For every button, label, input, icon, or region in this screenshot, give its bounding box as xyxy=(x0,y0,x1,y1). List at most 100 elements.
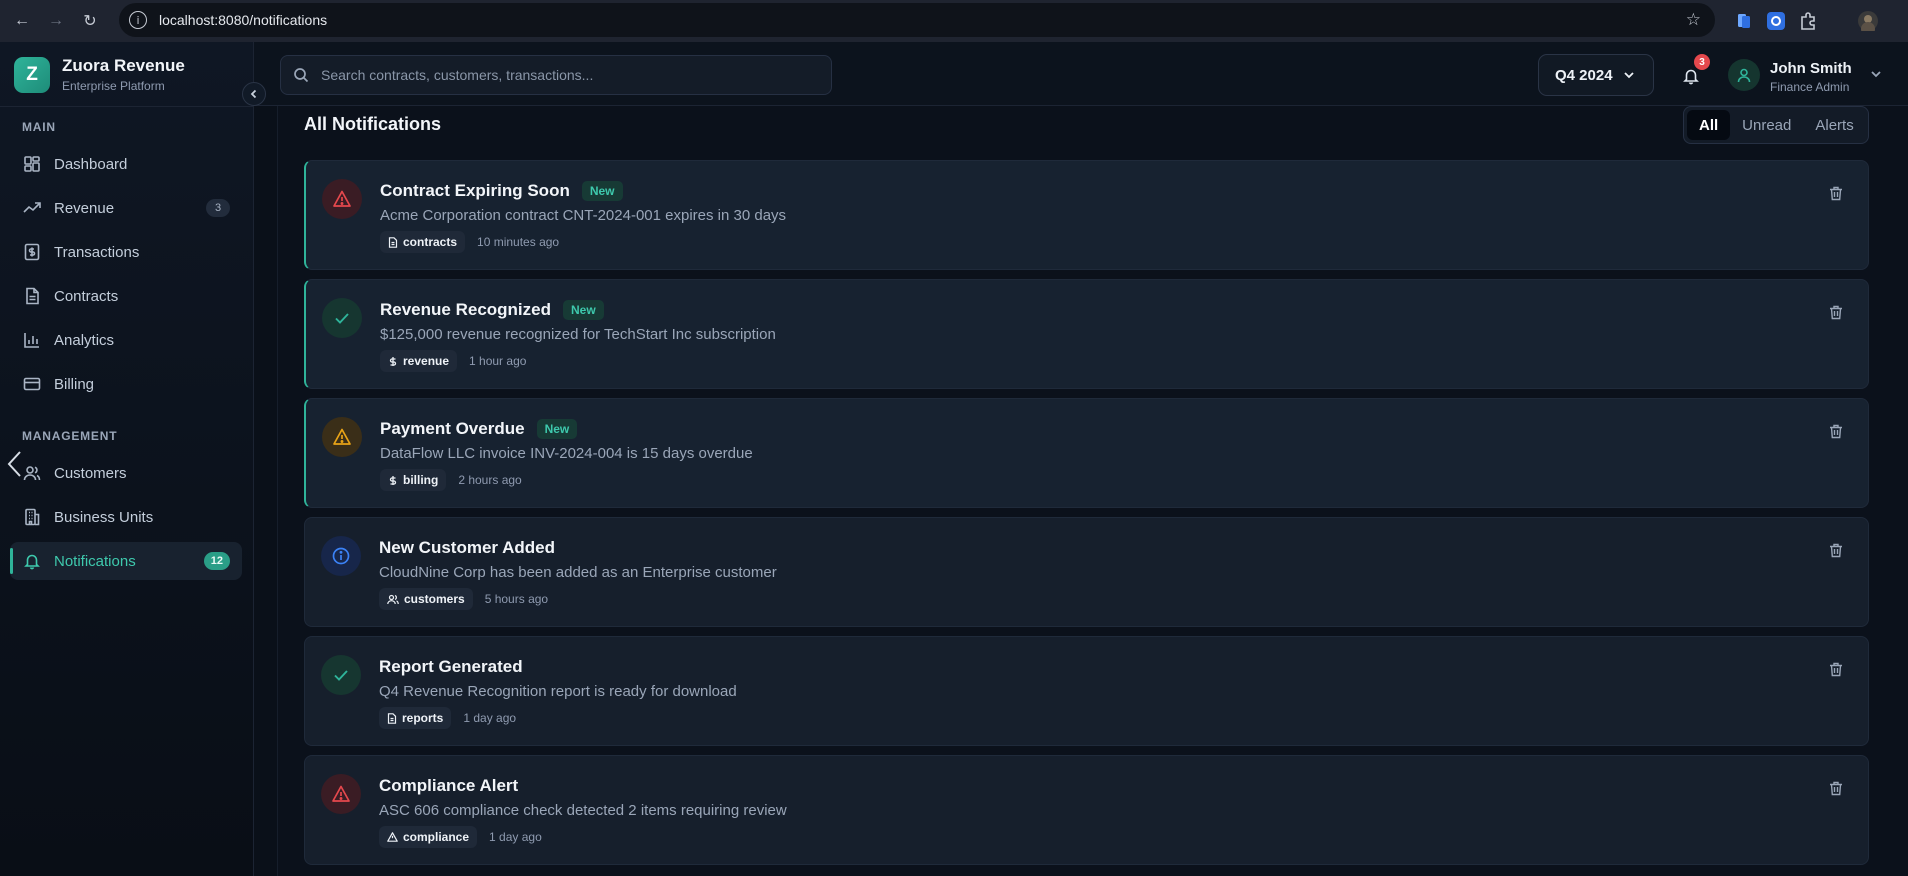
section-label-main: MAIN xyxy=(22,120,56,134)
notification-time: 1 day ago xyxy=(489,830,542,844)
trending-up-icon xyxy=(22,198,42,218)
forward-arrow-icon[interactable]: → xyxy=(44,9,68,33)
sidebar-item-customers[interactable]: Customers xyxy=(10,454,242,492)
notification-title: New Customer Added xyxy=(379,538,556,557)
users-icon xyxy=(22,463,42,483)
notification-message: $125,000 revenue recognized for TechStar… xyxy=(380,326,776,343)
notification-time: 1 day ago xyxy=(463,711,517,725)
sidebar-item-contracts[interactable]: Contracts xyxy=(10,277,242,315)
chevron-left-icon[interactable] xyxy=(7,450,23,484)
period-value: Q4 2024 xyxy=(1555,66,1613,84)
search-bar[interactable] xyxy=(280,55,832,95)
sidebar-item-notifications[interactable]: Notifications 12 xyxy=(10,542,242,580)
warning-triangle-icon xyxy=(322,417,362,457)
alert-triangle-icon xyxy=(321,774,361,814)
url-text[interactable]: localhost:8080/notifications xyxy=(159,12,327,28)
notifications-count-badge: 12 xyxy=(203,552,230,570)
page-title: All Notifications xyxy=(304,114,442,134)
notification-message: ASC 606 compliance check detected 2 item… xyxy=(379,802,787,819)
revenue-count-badge: 3 xyxy=(206,199,230,217)
filter-tabs: All Unread Alerts xyxy=(1683,106,1869,144)
sidebar-item-label: Dashboard xyxy=(54,155,128,173)
category-tag[interactable]: compliance xyxy=(379,826,478,848)
document-icon xyxy=(387,712,397,724)
sidebar-item-label: Business Units xyxy=(54,508,154,526)
notification-badge: 3 xyxy=(1694,54,1710,70)
sidebar-item-billing[interactable]: Billing xyxy=(10,365,242,403)
trash-icon[interactable] xyxy=(1826,183,1846,203)
sidebar-item-business-units[interactable]: Business Units xyxy=(10,498,242,536)
extension-docs-icon[interactable] xyxy=(1734,11,1754,31)
sidebar-item-transactions[interactable]: Transactions xyxy=(10,233,242,271)
notification-card[interactable]: Contract Expiring Soon New Acme Corporat… xyxy=(304,160,1869,270)
reload-icon[interactable]: ↻ xyxy=(78,9,102,33)
bar-chart-icon xyxy=(22,330,42,350)
tab-unread[interactable]: Unread xyxy=(1730,110,1803,140)
sidebar-item-label: Analytics xyxy=(54,331,115,349)
sidebar-item-label: Notifications xyxy=(54,552,136,570)
sidebar-item-analytics[interactable]: Analytics xyxy=(10,321,242,359)
document-icon xyxy=(22,286,42,306)
category-tag[interactable]: reports xyxy=(379,707,452,729)
search-input[interactable] xyxy=(321,67,801,83)
dollar-receipt-icon xyxy=(22,242,42,262)
tab-alerts[interactable]: Alerts xyxy=(1803,110,1865,140)
category-tag[interactable]: revenue xyxy=(380,350,458,372)
user-avatar[interactable] xyxy=(1728,59,1760,91)
notification-message: Acme Corporation contract CNT-2024-001 e… xyxy=(380,207,787,224)
brand-name: Zuora Revenue xyxy=(62,56,185,75)
trash-icon[interactable] xyxy=(1826,659,1846,679)
category-tag-label: revenue xyxy=(403,354,450,368)
notification-card[interactable]: Payment Overdue New DataFlow LLC invoice… xyxy=(304,398,1869,508)
category-tag-label: compliance xyxy=(403,830,470,844)
new-badge: New xyxy=(536,419,578,439)
notification-time: 2 hours ago xyxy=(458,473,522,487)
notification-card[interactable]: Revenue Recognized New $125,000 revenue … xyxy=(304,279,1869,389)
notification-card[interactable]: Report Generated Q4 Revenue Recognition … xyxy=(304,636,1869,746)
bookmark-star-icon[interactable]: ☆ xyxy=(1686,10,1701,30)
sidebar-item-label: Contracts xyxy=(54,287,119,305)
info-icon xyxy=(321,536,361,576)
category-tag[interactable]: billing xyxy=(380,469,447,491)
category-tag-label: billing xyxy=(403,473,439,487)
category-tag[interactable]: contracts xyxy=(380,231,466,253)
brand-logo: Z xyxy=(14,56,50,93)
brand[interactable]: Z Zuora Revenue Enterprise Platform xyxy=(14,56,185,93)
category-tag-label: contracts xyxy=(403,235,458,249)
top-header: Q4 2024 3 John Smith Finance Admin xyxy=(254,42,1908,106)
category-tag-label: customers xyxy=(404,592,465,606)
category-tag[interactable]: customers xyxy=(379,588,473,610)
extension-gear-icon[interactable] xyxy=(1766,11,1786,31)
tab-all[interactable]: All xyxy=(1687,110,1731,140)
address-bar[interactable]: i localhost:8080/notifications ☆ xyxy=(119,3,1715,37)
notification-card[interactable]: New Customer Added CloudNine Corp has be… xyxy=(304,517,1869,627)
search-icon xyxy=(293,67,309,83)
trash-icon[interactable] xyxy=(1826,778,1846,798)
sidebar-item-dashboard[interactable]: Dashboard xyxy=(10,145,242,183)
notification-card[interactable]: Compliance Alert ASC 606 compliance chec… xyxy=(304,755,1869,865)
browser-toolbar: ← → ↻ i localhost:8080/notifications ☆ xyxy=(0,0,1908,42)
sidebar-item-revenue[interactable]: Revenue 3 xyxy=(10,189,242,227)
notification-time: 5 hours ago xyxy=(484,592,549,606)
trash-icon[interactable] xyxy=(1826,540,1846,560)
notification-title: Payment Overdue xyxy=(380,419,525,438)
sidebar-collapse-button[interactable] xyxy=(242,82,266,106)
notification-title: Revenue Recognized xyxy=(380,300,551,319)
sidebar-item-label: Revenue xyxy=(54,199,115,217)
user-name[interactable]: John Smith xyxy=(1770,60,1852,77)
notification-title: Compliance Alert xyxy=(379,776,519,795)
back-arrow-icon[interactable]: ← xyxy=(10,9,34,33)
notifications-panel: All Notifications All Unread Alerts Cont… xyxy=(279,106,1908,876)
period-selector[interactable]: Q4 2024 xyxy=(1538,54,1654,96)
trash-icon[interactable] xyxy=(1826,421,1846,441)
bell-icon xyxy=(22,551,42,571)
sidebar-item-label: Customers xyxy=(54,464,127,482)
extensions-puzzle-icon[interactable] xyxy=(1798,11,1818,31)
notification-message: DataFlow LLC invoice INV-2024-004 is 15 … xyxy=(380,445,753,462)
trash-icon[interactable] xyxy=(1826,302,1846,322)
credit-card-icon xyxy=(22,374,42,394)
notification-title: Report Generated xyxy=(379,657,523,676)
profile-avatar[interactable] xyxy=(1858,11,1878,36)
site-info-icon[interactable]: i xyxy=(129,11,147,29)
user-menu-chevron-icon[interactable] xyxy=(1870,68,1882,80)
